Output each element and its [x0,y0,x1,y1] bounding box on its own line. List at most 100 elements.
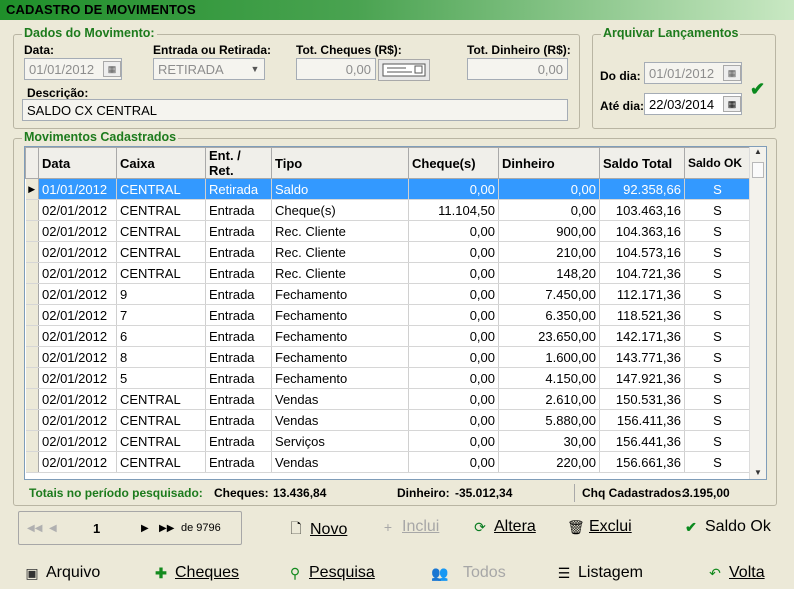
row-indicator[interactable] [25,220,39,242]
table-row[interactable]: ▶ 01/01/2012 CENTRAL Retirada Saldo 0,00 0,00 9… [25,178,751,200]
check-icon[interactable]: ✔ [750,79,765,100]
tot-dinheiro-value: 0,00 [537,61,563,77]
table-row[interactable]: 02/01/2012 7 Entrada Fechamento 0,00 6.350,00… [25,304,751,326]
table-row[interactable]: 02/01/2012 8 Entrada Fechamento 0,00 1.600,00… [25,346,751,368]
row-indicator[interactable] [25,388,39,410]
scroll-thumb[interactable] [752,162,764,178]
cheques-button[interactable]: ✚ Cheques [153,564,239,582]
row-indicator[interactable] [25,430,39,452]
novo-button[interactable]: 🗋 Novo [288,518,347,542]
users-icon: 👥 [431,564,449,581]
column-header[interactable]: Data [38,147,117,179]
calendar-icon[interactable]: ▦ [103,61,121,77]
table-row[interactable]: 02/01/2012 5 Entrada Fechamento 0,00 4.150,00… [25,367,751,389]
table-row[interactable]: 02/01/2012 CENTRAL Entrada Serviços 0,00 30,0… [25,430,751,452]
table-row[interactable]: 02/01/2012 9 Entrada Fechamento 0,00 7.450,00… [25,283,751,305]
table-cell: 0,00 [408,346,499,368]
table-cell: S [684,451,751,473]
next-record-icon[interactable]: ▶ [141,523,149,534]
exclui-button[interactable]: 🗑 Exclui [567,518,632,536]
volta-button[interactable]: ↶ Volta [707,564,764,582]
record-number[interactable]: 1 [93,521,100,536]
descricao-field[interactable]: SALDO CX CENTRAL [22,99,568,121]
table-cell: Entrada [205,451,272,473]
row-indicator[interactable] [25,283,39,305]
table-cell: S [684,409,751,431]
tot-dinheiro-label: Tot. Dinheiro (R$): [467,43,571,57]
column-header[interactable]: Dinheiro [498,147,600,179]
list-icon: ☰ [557,564,571,581]
table-cell: 0,00 [408,367,499,389]
vertical-scrollbar[interactable]: ▲ ▼ [749,147,766,479]
row-indicator[interactable] [25,409,39,431]
row-indicator[interactable] [25,325,39,347]
table-cell: 0,00 [408,241,499,263]
scroll-down-arrow-icon[interactable]: ▼ [750,468,766,477]
todos-label: Todos [463,564,506,581]
table-cell: 02/01/2012 [38,430,117,452]
first-record-icon[interactable]: ◀◀ [27,523,42,534]
pesquisa-button[interactable]: ⚲ Pesquisa [287,564,375,582]
column-header[interactable]: Cheque(s) [408,147,499,179]
saldo-ok-button[interactable]: ✔ Saldo Ok [683,518,771,536]
arquivo-button[interactable]: ▣ Arquivo [24,564,100,582]
calendar-icon[interactable]: ▦ [723,96,741,112]
table-cell: Entrada [205,241,272,263]
table-row[interactable]: 02/01/2012 CENTRAL Entrada Vendas 0,00 5.880,… [25,409,751,431]
check-icon: ✔ [685,518,697,535]
inclui-button[interactable]: + Inclui [380,518,439,536]
row-indicator[interactable] [25,304,39,326]
column-header[interactable]: Saldo Total [599,147,685,179]
table-cell: 103.463,16 [599,199,685,221]
row-indicator[interactable] [25,367,39,389]
cheque-icon[interactable] [378,59,430,81]
column-header[interactable]: Caixa [116,147,206,179]
table-cell: 143.771,36 [599,346,685,368]
table-cell: 104.721,36 [599,262,685,284]
dinheiro-total-label: Dinheiro: [397,486,450,500]
row-indicator[interactable] [25,346,39,368]
table-row[interactable]: 02/01/2012 CENTRAL Entrada Rec. Cliente 0,00… [25,220,751,242]
table-row[interactable]: 02/01/2012 CENTRAL Entrada Vendas 0,00 2.610,… [25,388,751,410]
table-cell: 6.350,00 [498,304,600,326]
row-indicator[interactable] [25,262,39,284]
listagem-button[interactable]: ☰ Listagem [556,564,643,582]
row-indicator[interactable] [25,199,39,221]
table-cell: Entrada [205,409,272,431]
table-cell: Fechamento [271,283,409,305]
prev-record-icon[interactable]: ◀ [49,523,57,534]
descricao-label: Descrição: [27,86,89,100]
last-record-icon[interactable]: ▶▶ [159,523,174,534]
table-row[interactable]: 02/01/2012 CENTRAL Entrada Vendas 0,00 220,00… [25,451,751,473]
table-row[interactable]: 02/01/2012 6 Entrada Fechamento 0,00 23.650,0… [25,325,751,347]
movimentos-grid[interactable]: Data Caixa Ent. / Ret. Tipo Cheque(s) Dinheir… [24,146,767,480]
table-row[interactable]: 02/01/2012 CENTRAL Entrada Cheque(s) 11.104,… [25,199,751,221]
table-cell: 156.441,36 [599,430,685,452]
table-row[interactable]: 02/01/2012 CENTRAL Entrada Rec. Cliente 0,00… [25,262,751,284]
altera-button[interactable]: ⟳ Altera [472,518,536,536]
descricao-value: SALDO CX CENTRAL [27,102,158,118]
row-indicator[interactable] [25,451,39,473]
table-cell: 220,00 [498,451,600,473]
record-navigator: ◀◀ ◀ 1 ▶ ▶▶ de 9796 [18,511,242,545]
data-value: 01/01/2012 [29,61,95,77]
column-header[interactable]: Saldo OK [684,147,751,179]
table-row[interactable]: 02/01/2012 CENTRAL Entrada Rec. Cliente 0,00… [25,241,751,263]
todos-button[interactable]: 👥 Todos [423,564,506,582]
scroll-up-arrow-icon[interactable]: ▲ [750,147,766,161]
table-cell: 0,00 [408,178,499,200]
column-header[interactable]: Tipo [271,147,409,179]
table-cell: 0,00 [408,304,499,326]
table-cell: 7.450,00 [498,283,600,305]
tot-cheques-field[interactable]: 0,00 [296,58,376,80]
novo-label: Novo [310,521,348,538]
row-indicator[interactable]: ▶ [25,178,39,200]
calendar-icon[interactable]: ▦ [723,65,741,81]
column-header[interactable]: Ent. / Ret. [205,147,272,179]
inclui-label: Inclui [402,518,440,535]
dropdown-arrow-icon[interactable]: ▼ [246,61,264,77]
tot-dinheiro-field[interactable]: 0,00 [467,58,568,80]
row-indicator[interactable] [25,241,39,263]
table-cell: 01/01/2012 [38,178,117,200]
table-cell: 142.171,36 [599,325,685,347]
